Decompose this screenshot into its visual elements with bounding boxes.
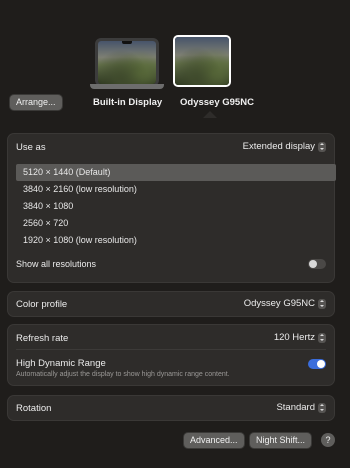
hdr-toggle[interactable] — [308, 359, 326, 369]
popup-arrows-icon — [318, 402, 326, 413]
arrange-button[interactable]: Arrange... — [10, 95, 62, 110]
builtin-display-thumbnail[interactable] — [95, 38, 159, 86]
resolution-list: 5120 × 1440 (Default) 3840 × 2160 (low r… — [16, 164, 336, 249]
show-all-resolutions-toggle[interactable] — [308, 259, 326, 269]
color-profile-popup[interactable]: Odyssey G95NC — [244, 298, 326, 309]
resolution-item[interactable]: 1920 × 1080 (low resolution) — [16, 232, 336, 249]
color-profile-label: Color profile — [16, 299, 68, 310]
popup-arrows-icon — [318, 332, 326, 343]
color-profile-panel: Color profile Odyssey G95NC — [8, 292, 334, 316]
popup-arrows-icon — [318, 141, 326, 152]
resolution-panel: Use as Extended display 5120 × 1440 (Def… — [8, 134, 336, 282]
night-shift-button[interactable]: Night Shift... — [250, 433, 312, 448]
selected-display-marker — [203, 111, 217, 118]
show-all-resolutions-label: Show all resolutions — [16, 259, 97, 269]
odyssey-display-thumbnail[interactable] — [173, 35, 231, 87]
rotation-value: Standard — [276, 402, 315, 413]
use-as-popup[interactable]: Extended display — [243, 141, 326, 152]
advanced-button[interactable]: Advanced... — [184, 433, 244, 448]
hdr-label: High Dynamic Range — [16, 358, 106, 369]
builtin-display-label[interactable]: Built-in Display — [93, 97, 162, 108]
use-as-value: Extended display — [242, 141, 315, 152]
toggle-knob — [309, 260, 317, 268]
rotation-label: Rotation — [16, 403, 52, 414]
divider — [16, 349, 326, 350]
help-button[interactable]: ? — [321, 433, 335, 447]
refresh-rate-label: Refresh rate — [16, 333, 69, 344]
resolution-item[interactable]: 3840 × 2160 (low resolution) — [16, 181, 336, 198]
refresh-rate-value: 120 Hertz — [273, 332, 315, 343]
refresh-hdr-panel: Refresh rate 120 Hertz High Dynamic Rang… — [8, 325, 334, 385]
toggle-knob — [317, 360, 325, 368]
rotation-panel: Rotation Standard — [8, 396, 334, 420]
wallpaper-image — [175, 37, 229, 85]
camera-notch — [122, 41, 132, 44]
resolution-item[interactable]: 5120 × 1440 (Default) — [16, 164, 336, 181]
resolution-item[interactable]: 3840 × 1080 — [16, 198, 336, 215]
hdr-description: Automatically adjust the display to show… — [16, 371, 230, 378]
laptop-base — [90, 84, 164, 89]
popup-arrows-icon — [318, 298, 326, 309]
rotation-popup[interactable]: Standard — [276, 402, 326, 413]
selected-display-label[interactable]: Odyssey G95NC — [180, 97, 254, 108]
resolution-item[interactable]: 2560 × 720 — [16, 215, 336, 232]
color-profile-value: Odyssey G95NC — [243, 298, 315, 309]
wallpaper-image — [98, 41, 156, 84]
use-as-label: Use as — [16, 142, 46, 153]
refresh-rate-popup[interactable]: 120 Hertz — [274, 332, 326, 343]
